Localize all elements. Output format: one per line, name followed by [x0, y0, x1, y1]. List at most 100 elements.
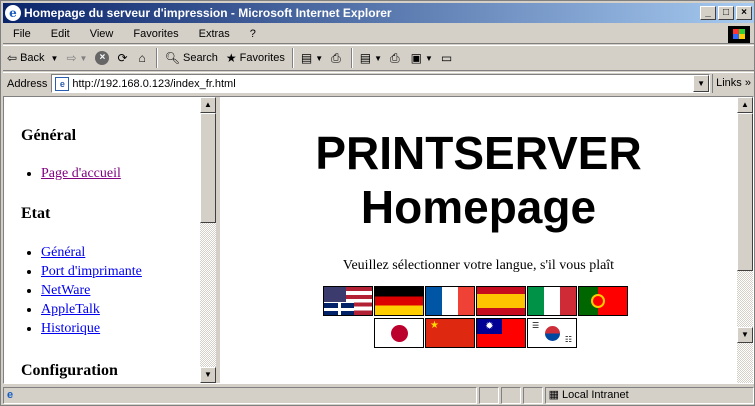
- menu-bar: File Edit View Favorites Extras ?: [3, 25, 754, 44]
- discuss-button[interactable]: ▭: [437, 47, 459, 69]
- close-button[interactable]: ×: [736, 6, 752, 20]
- nav-link-history[interactable]: Historique: [41, 321, 100, 336]
- korea-trigram: ☰: [532, 321, 540, 330]
- nav-link-netware[interactable]: NetWare: [41, 283, 90, 298]
- print-button[interactable]: ⎙: [327, 47, 348, 69]
- taiwan-canton: ✹: [477, 319, 502, 334]
- spanish-flag[interactable]: [476, 286, 526, 316]
- address-bar: Address e http://192.168.0.123/index_fr.…: [3, 72, 754, 94]
- ie-page-icon: e: [7, 389, 14, 401]
- forward-dropdown-icon[interactable]: ▼: [80, 54, 88, 63]
- address-label: Address: [7, 77, 48, 90]
- favorites-icon: ★: [225, 51, 237, 65]
- korea-taegeuk: [545, 326, 560, 341]
- back-button[interactable]: ⇦ Back ▼: [3, 47, 62, 69]
- stop-button[interactable]: ×: [91, 47, 113, 69]
- forward-button[interactable]: ⇨ ▼: [62, 47, 91, 69]
- forward-arrow-icon: ⇨: [66, 51, 77, 65]
- portuguese-flag[interactable]: [578, 286, 628, 316]
- menu-edit[interactable]: Edit: [41, 28, 80, 40]
- flags-row-2: ★ ✹ ☰ ☷: [374, 318, 577, 348]
- mail-dropdown-icon[interactable]: ▼: [374, 54, 382, 63]
- refresh-button[interactable]: ⟳: [113, 47, 134, 69]
- toolbar-separator: [350, 48, 353, 68]
- back-label: Back: [20, 52, 45, 64]
- status-zone: ▦ Local Intranet: [544, 387, 754, 404]
- browser-window: e Homepage du serveur d'impression - Mic…: [0, 0, 755, 406]
- menu-favorites[interactable]: Favorites: [123, 28, 188, 40]
- status-cell: [522, 387, 543, 404]
- print-icon: ⎙: [331, 50, 341, 65]
- page-icon: e: [55, 76, 70, 91]
- french-flag[interactable]: [425, 286, 475, 316]
- menu-view[interactable]: View: [80, 28, 124, 40]
- german-flag[interactable]: [374, 286, 424, 316]
- main-frame-scrollbar[interactable]: ▲ ▼: [737, 97, 753, 383]
- chinese-flag[interactable]: ★: [425, 318, 475, 348]
- nav-link-homepage[interactable]: Page d'accueil: [41, 166, 121, 181]
- page-content: Général Page d'accueil Etat Général Port…: [3, 96, 754, 384]
- korean-flag[interactable]: ☰ ☷: [527, 318, 577, 348]
- standard-toolbar: ⇦ Back ▼ ⇨ ▼ × ⟳ ⌂ 🔍︎ Search ★ Favorites ▤ ▼ ⎙…: [3, 45, 754, 71]
- page-title-line2: Homepage: [360, 181, 597, 233]
- taiwanese-flag[interactable]: ✹: [476, 318, 526, 348]
- address-url: http://192.168.0.123/index_fr.html: [72, 77, 236, 90]
- left-frame-scrollbar[interactable]: ▲ ▼: [200, 97, 216, 383]
- section-heading-etat: Etat: [21, 205, 51, 222]
- italian-flag[interactable]: [527, 286, 577, 316]
- nav-link-printer-port[interactable]: Port d'imprimante: [41, 264, 142, 279]
- scroll-down-icon[interactable]: ▼: [200, 367, 216, 383]
- status-text: e: [3, 387, 477, 404]
- minimize-button[interactable]: _: [700, 6, 716, 20]
- edit-button[interactable]: ▣ ▼: [407, 47, 437, 69]
- title-bar: e Homepage du serveur d'impression - Mic…: [3, 3, 754, 23]
- scroll-down-icon[interactable]: ▼: [737, 327, 753, 343]
- korea-trigram: ☷: [564, 335, 572, 344]
- links-button[interactable]: Links »: [712, 74, 754, 93]
- main-frame: PRINTSERVER Homepage Veuillez sélectionn…: [220, 97, 737, 383]
- scroll-thumb[interactable]: [737, 113, 753, 271]
- links-label: Links: [716, 77, 742, 89]
- section-heading-configuration: Configuration: [21, 362, 118, 379]
- print-button-2[interactable]: ⎙: [386, 47, 407, 69]
- favorites-button[interactable]: ★ Favorites: [222, 47, 289, 69]
- menu-extras[interactable]: Extras: [189, 28, 240, 40]
- zone-label: Local Intranet: [561, 389, 629, 401]
- history-icon: ▤: [300, 51, 313, 65]
- notepad-icon: ▭: [440, 51, 453, 65]
- language-prompt: Veuillez sélectionner votre langue, s'il…: [342, 258, 615, 273]
- address-input[interactable]: e http://192.168.0.123/index_fr.html ▼: [51, 74, 711, 93]
- menu-help[interactable]: ?: [240, 28, 266, 40]
- address-dropdown-icon[interactable]: ▼: [693, 75, 710, 92]
- us-canton: [324, 287, 346, 302]
- home-button[interactable]: ⌂: [135, 47, 153, 69]
- ie-icon: e: [5, 5, 21, 21]
- edit-dropdown-icon[interactable]: ▼: [425, 54, 433, 63]
- status-cell: [478, 387, 499, 404]
- mail-button[interactable]: ▤ ▼: [356, 47, 386, 69]
- nav-link-general[interactable]: Général: [41, 245, 85, 260]
- edit-icon: ▣: [410, 51, 422, 65]
- windows-logo-icon: [728, 25, 750, 43]
- search-button[interactable]: 🔍︎ Search: [161, 47, 222, 69]
- scroll-thumb[interactable]: [200, 113, 216, 223]
- history-button[interactable]: ▤ ▼: [297, 47, 327, 69]
- menu-file[interactable]: File: [3, 28, 41, 40]
- back-dropdown-icon[interactable]: ▼: [51, 54, 59, 63]
- uk-us-flag[interactable]: [323, 286, 373, 316]
- scroll-up-icon[interactable]: ▲: [737, 97, 753, 113]
- japanese-flag[interactable]: [374, 318, 424, 348]
- nav-link-appletalk[interactable]: AppleTalk: [41, 302, 100, 317]
- toolbar-separator: [291, 48, 294, 68]
- flags-row-1: [323, 286, 628, 316]
- home-icon: ⌂: [138, 51, 146, 65]
- page-title-line1: PRINTSERVER: [315, 127, 642, 179]
- history-dropdown-icon[interactable]: ▼: [315, 54, 323, 63]
- maximize-button[interactable]: □: [718, 6, 734, 20]
- favorites-label: Favorites: [239, 52, 285, 64]
- uk-corner: [324, 302, 354, 315]
- scroll-up-icon[interactable]: ▲: [200, 97, 216, 113]
- mail-icon: ▤: [359, 51, 372, 65]
- status-cell: [500, 387, 521, 404]
- navigation-frame: Général Page d'accueil Etat Général Port…: [4, 97, 200, 383]
